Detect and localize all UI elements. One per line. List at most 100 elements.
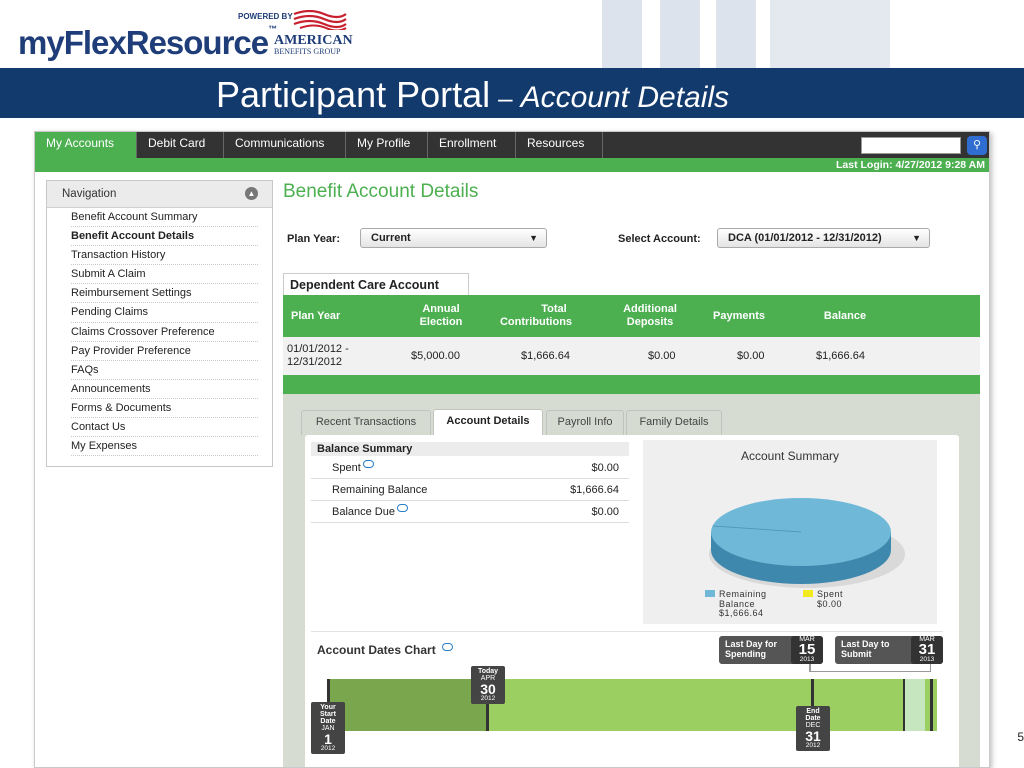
tab-debit-card[interactable]: Debit Card [137,132,224,158]
partner-line2: BENEFITS GROUP [274,47,341,56]
logo-main: FlexResource [63,24,269,61]
powered-by-label: POWERED BY [238,12,293,21]
legend-text: Balance [719,598,756,609]
col-header-additional-deposits: Additional Deposits [615,303,685,329]
sidebar-item-pay-provider-preference[interactable]: Pay Provider Preference [71,342,258,361]
account-dates-timeline [327,679,937,731]
american-benefits-group-logo: AMERICAN BENEFITS GROUP [274,34,358,56]
cell-payments: $0.00 [737,350,765,362]
logo-prefix: my [18,24,65,61]
tab-enrollment[interactable]: Enrollment [428,132,516,158]
col-header-payments: Payments [707,310,771,323]
last-day-submit-line [930,679,933,731]
account-detail-panel: Recent Transactions Account Details Payr… [283,394,980,767]
balance-value: $0.00 [591,506,619,518]
last-day-submit-label: Last Day to Submit [841,639,890,659]
sidebar-item-forms-documents[interactable]: Forms & Documents [71,399,258,419]
sidebar-item-contact-us[interactable]: Contact Us [71,418,258,438]
legend-swatch-remaining [705,590,715,597]
plan-year-select[interactable]: Current ▼ [360,228,547,248]
tab-my-accounts[interactable]: My Accounts [35,132,137,158]
marker-day: 1 [324,731,332,747]
sidebar-header[interactable]: Navigation ▲ [47,181,272,208]
col-header-plan-year-text: Plan Year [291,310,341,322]
cal-year: 2013 [919,656,935,663]
table-row: 01/01/2012 -12/31/2012 $5,000.00 $1,666.… [283,337,980,375]
sidebar-item-pending-claims[interactable]: Pending Claims [71,303,258,323]
marker-label-text: Your [320,704,336,711]
balance-row-balance-due: Balance Due $0.00 [311,501,629,523]
tab-communications[interactable]: Communications [224,132,346,158]
tab-resources[interactable]: Resources [516,132,603,158]
col-header-text: Contributions [499,316,573,328]
cell-additional-deposits: $0.00 [648,350,676,362]
dates-title-text: Account Dates Chart [317,643,436,657]
cal-day: 15 [798,641,816,658]
last-login-bar: Last Login: 4/27/2012 9:28 AM [35,158,989,172]
last-day-spending-label: Last Day for Spending [725,639,777,659]
tab-recent-transactions[interactable]: Recent Transactions [301,410,431,435]
background-pillar [660,0,700,70]
sidebar-title: Navigation [62,188,117,200]
cell-plan-year: 01/01/2012 -12/31/2012 [287,343,349,369]
dependent-care-account-tab[interactable]: Dependent Care Account [283,273,469,297]
marker-label: Today [477,668,499,675]
tab-payroll-info[interactable]: Payroll Info [546,410,624,435]
tab-account-details[interactable]: Account Details [433,409,543,436]
sidebar-item-transaction-history[interactable]: Transaction History [71,246,258,266]
balance-label-text: Balance Due [332,506,395,518]
sidebar-item-claims-crossover-preference[interactable]: Claims Crossover Preference [71,323,258,342]
legend-text: Remaining [719,589,767,599]
col-header-balance: Balance [815,310,875,323]
sidebar-item-benefit-account-details[interactable]: Benefit Account Details [71,227,258,247]
sidebar-item-my-expenses[interactable]: My Expenses [71,437,258,457]
legend-swatch-spent [803,590,813,597]
pie-chart [709,498,905,588]
account-table-header: Plan Year Annual Election Total Contributi… [283,295,980,337]
legend-text: $1,666.64 [719,608,764,618]
help-bubble-icon[interactable] [441,643,453,651]
chevron-up-icon[interactable]: ▲ [245,187,258,200]
col-header-total-contributions: Total Contributions [491,303,581,329]
marker-label: End Date [796,706,830,722]
connector-line [809,671,931,672]
slide-title-dash: – [498,83,513,113]
plan-year-label: Plan Year: [287,233,340,245]
col-header-text: Payments [713,310,765,322]
help-bubble-icon[interactable] [362,460,374,468]
portal-window: My Accounts Debit Card Communications My… [34,131,990,768]
sidebar-item-faqs[interactable]: FAQs [71,361,258,380]
col-header-text: Total [541,303,567,315]
sidebar-item-announcements[interactable]: Announcements [71,380,258,399]
cal-year: 2013 [799,656,815,663]
top-navigation: My Accounts Debit Card Communications My… [35,132,989,158]
help-bubble-icon[interactable] [397,504,408,512]
marker-day: 30 [480,681,496,697]
search-input[interactable] [861,137,961,154]
marker-label-text: Date [805,715,821,722]
page-number: 5 [1017,730,1024,744]
marker-label-text: Start [320,711,336,718]
select-account-select[interactable]: DCA (01/01/2012 - 12/31/2012) ▼ [717,228,930,248]
balance-label: Remaining Balance [332,484,428,496]
last-day-to-submit-box: Last Day to Submit MAR 31 2013 [835,636,943,664]
tab-family-details[interactable]: Family Details [626,410,722,435]
sidebar-item-submit-a-claim[interactable]: Submit A Claim [71,265,258,285]
col-header-plan-year: Plan Year [291,310,340,323]
legend-spent: Spent $0.00 [817,589,844,609]
connector-line [930,664,931,672]
balance-row-spent: Spent $0.00 [311,457,629,479]
end-date-marker: End Date DEC 31 2012 [796,706,830,751]
slide-title-sub: Account Details [520,81,730,114]
tab-my-profile[interactable]: My Profile [346,132,428,158]
slide-page: myFlexResource™ POWERED BY AMERICAN BENE… [0,0,1024,768]
legend-text: Spent [817,589,844,599]
marker-year: 2012 [320,745,336,752]
label-text: Last Day to [841,639,890,649]
search-icon[interactable]: ⚲ [967,136,987,155]
account-details-content: Balance Summary Spent $0.00 Remaining Ba… [305,435,959,767]
sidebar-item-reimbursement-settings[interactable]: Reimbursement Settings [71,284,258,304]
sidebar-item-benefit-account-summary[interactable]: Benefit Account Summary [71,208,258,228]
col-header-text: Balance [823,310,867,322]
calendar-badge: MAR 31 2013 [911,636,943,664]
